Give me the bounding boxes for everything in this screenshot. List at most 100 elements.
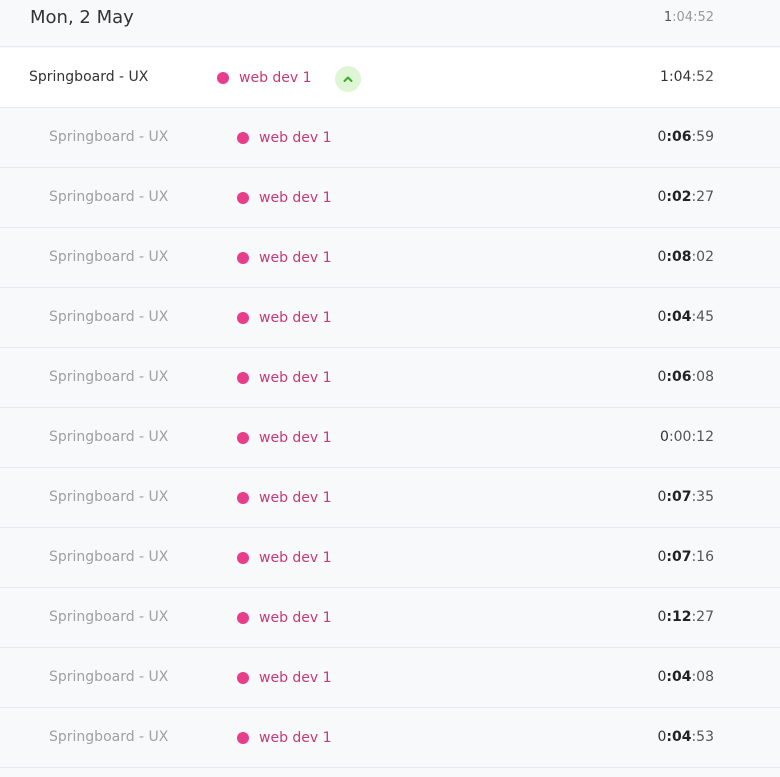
entry-duration[interactable]: 0:07:16 [657,548,714,567]
project-color-dot [237,372,249,384]
group-project-label: web dev 1 [239,69,312,86]
time-entry-row[interactable]: Springboard - UX web dev 1 0:08:02 [0,228,780,288]
entry-group-row[interactable]: Springboard - UX web dev 1 1:04:52 [0,48,780,108]
entry-description[interactable]: Springboard - UX [49,188,168,207]
day-total-duration: 1:04:52 [664,8,714,28]
project-color-dot [237,732,249,744]
entry-duration[interactable]: 0:02:27 [657,188,714,207]
group-description[interactable]: Springboard - UX [29,68,148,87]
entry-duration-minutes: :07 [666,489,692,505]
project-color-dot [237,552,249,564]
entry-description[interactable]: Springboard - UX [49,548,168,567]
project-color-dot [237,432,249,444]
project-color-dot [217,72,229,84]
day-title: Mon, 2 May [30,7,134,28]
entry-project[interactable]: web dev 1 [237,488,332,508]
entry-duration-seconds: :02 [691,249,714,265]
entry-description[interactable]: Springboard - UX [49,428,168,447]
day-header: Mon, 2 May 1:04:52 [0,0,780,47]
entry-duration-minutes: :00 [668,429,692,445]
entry-duration[interactable]: 0:07:35 [657,488,714,507]
group-duration-seconds: :52 [691,69,714,85]
entry-duration[interactable]: 0:04:08 [657,668,714,687]
day-total-hours: 1 [663,10,673,25]
entry-project[interactable]: web dev 1 [237,248,332,268]
time-entries-list: Mon, 2 May 1:04:52 Springboard - UX web … [0,0,780,777]
group-project[interactable]: web dev 1 [217,68,312,88]
entry-duration-seconds: :08 [691,669,714,685]
time-entry-row[interactable]: Springboard - UX web dev 1 0:12:27 [0,588,780,648]
entry-duration[interactable]: 0:00:12 [660,428,714,447]
entry-duration-minutes: :12 [666,609,692,625]
time-entry-row[interactable]: Springboard - UX web dev 1 0:04:53 [0,708,780,768]
entry-project-label: web dev 1 [259,429,332,446]
collapse-group-button[interactable] [335,66,361,92]
entry-description[interactable]: Springboard - UX [49,488,168,507]
chevron-up-icon [342,73,354,85]
entry-project-label: web dev 1 [259,129,332,146]
entry-project[interactable]: web dev 1 [237,128,332,148]
entry-duration-minutes: :04 [666,669,692,685]
entry-duration-seconds: :45 [691,309,714,325]
entry-project-label: web dev 1 [259,729,332,746]
entry-description[interactable]: Springboard - UX [49,368,168,387]
time-entry-row[interactable]: Springboard - UX web dev 1 0:06:59 [0,108,780,168]
entry-duration[interactable]: 0:12:27 [657,608,714,627]
day-total-rest: :04:52 [672,10,714,25]
project-color-dot [237,492,249,504]
entry-duration-minutes: :06 [666,129,692,145]
entry-duration-minutes: :07 [666,549,692,565]
entry-description[interactable]: Springboard - UX [49,248,168,267]
entry-project[interactable]: web dev 1 [237,188,332,208]
entry-description[interactable]: Springboard - UX [49,728,168,747]
time-entry-row[interactable]: Springboard - UX web dev 1 0:04:08 [0,648,780,708]
entry-description[interactable]: Springboard - UX [49,608,168,627]
entry-duration[interactable]: 0:08:02 [657,248,714,267]
entry-duration[interactable]: 0:04:53 [657,728,714,747]
entry-project[interactable]: web dev 1 [237,428,332,448]
entry-project-label: web dev 1 [259,309,332,326]
time-entry-row[interactable]: Springboard - UX web dev 1 0:06:08 [0,348,780,408]
project-color-dot [237,192,249,204]
project-color-dot [237,312,249,324]
group-duration-hours: 1 [660,69,669,85]
entry-duration[interactable]: 0:04:45 [657,308,714,327]
entry-duration-minutes: :04 [666,309,692,325]
entry-project-label: web dev 1 [259,189,332,206]
group-duration-minutes: :04 [668,69,692,85]
entry-duration-seconds: :16 [691,549,714,565]
entry-duration-minutes: :02 [666,189,692,205]
time-entry-row[interactable]: Springboard - UX web dev 1 0:00:12 [0,408,780,468]
entry-project-label: web dev 1 [259,489,332,506]
entry-description[interactable]: Springboard - UX [49,668,168,687]
entry-project[interactable]: web dev 1 [237,308,332,328]
time-entry-row[interactable]: Springboard - UX web dev 1 0:07:35 [0,468,780,528]
time-entry-row[interactable]: Springboard - UX web dev 1 0:02:27 [0,168,780,228]
entry-project[interactable]: web dev 1 [237,548,332,568]
entry-project-label: web dev 1 [259,249,332,266]
time-entry-row[interactable]: Springboard - UX web dev 1 0:07:16 [0,528,780,588]
project-color-dot [237,252,249,264]
entry-project[interactable]: web dev 1 [237,728,332,748]
entry-duration[interactable]: 0:06:59 [657,128,714,147]
group-duration[interactable]: 1:04:52 [660,68,714,87]
entry-duration-minutes: :06 [666,369,692,385]
entry-duration-hours: 0 [660,429,669,445]
time-entry-row[interactable]: Springboard - UX web dev 1 0:04:45 [0,288,780,348]
entry-description[interactable]: Springboard - UX [49,308,168,327]
project-color-dot [237,612,249,624]
entry-project[interactable]: web dev 1 [237,368,332,388]
project-color-dot [237,132,249,144]
entry-duration-seconds: :12 [691,429,714,445]
entry-description[interactable]: Springboard - UX [49,128,168,147]
entry-duration-minutes: :08 [666,249,692,265]
entry-project[interactable]: web dev 1 [237,668,332,688]
entry-project-label: web dev 1 [259,549,332,566]
entry-duration-seconds: :27 [691,189,714,205]
entry-duration[interactable]: 0:06:08 [657,368,714,387]
entry-duration-seconds: :59 [691,129,714,145]
entry-duration-seconds: :35 [691,489,714,505]
entry-duration-seconds: :08 [691,369,714,385]
entry-project[interactable]: web dev 1 [237,608,332,628]
entry-duration-seconds: :27 [691,609,714,625]
